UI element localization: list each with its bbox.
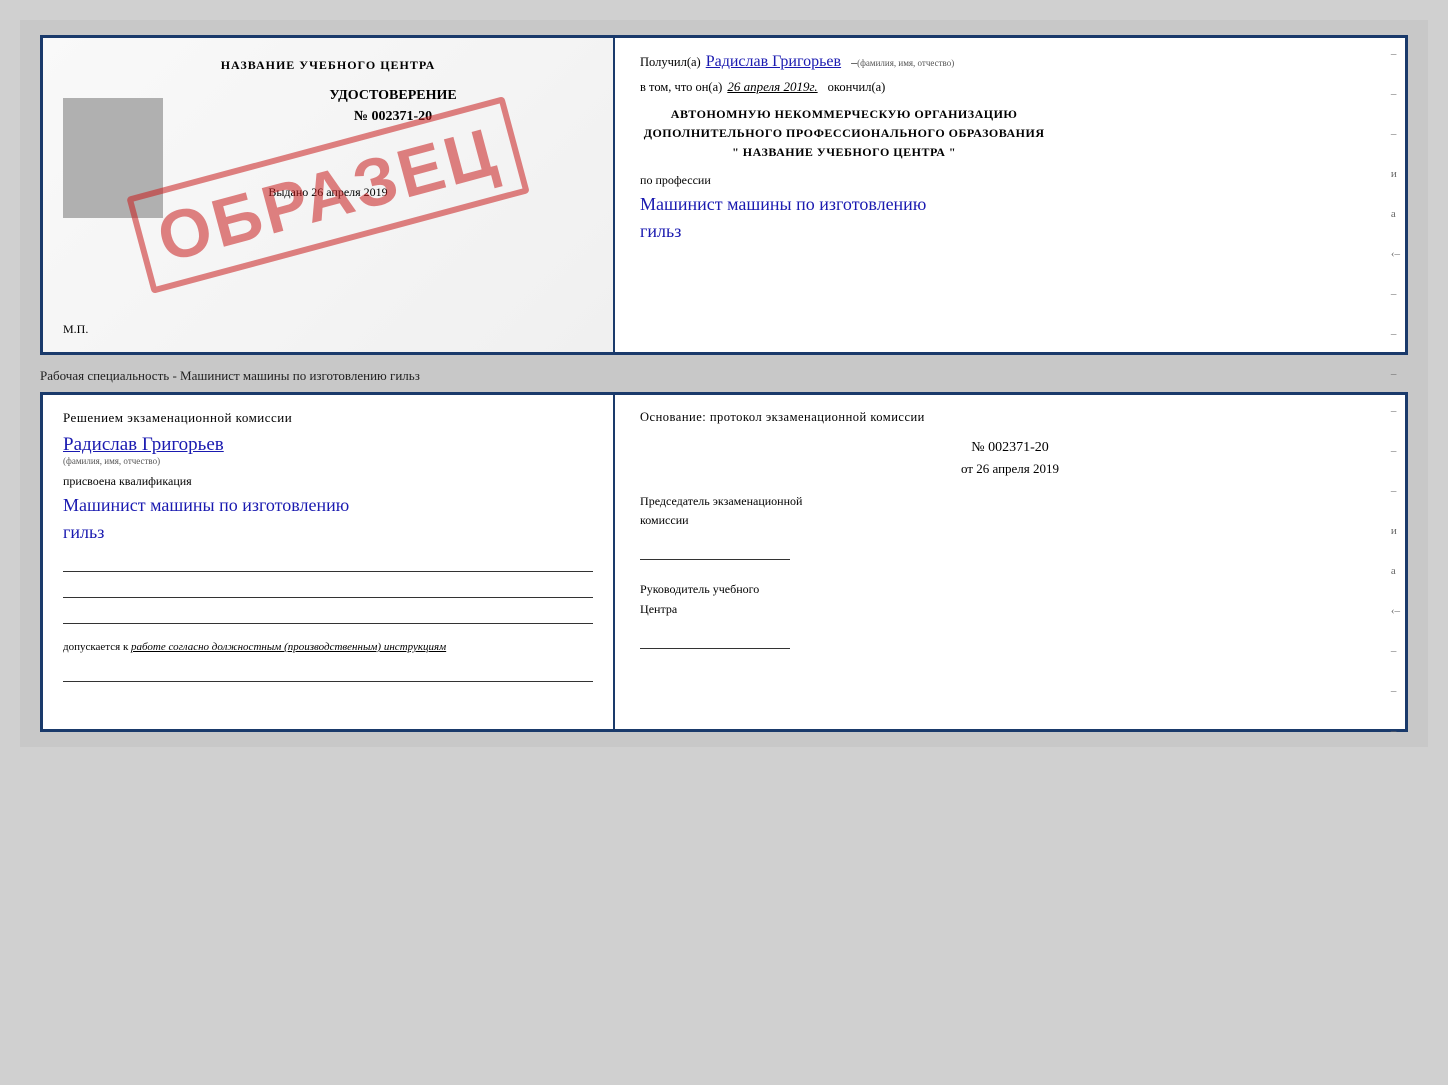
- sd9: –: [1391, 368, 1400, 380]
- rukovoditel-signature: [640, 629, 790, 649]
- qual-line2: гильз: [63, 522, 104, 542]
- org-line1: АВТОНОМНУЮ НЕКОММЕРЧЕСКУЮ ОРГАНИЗАЦИЮ: [640, 105, 1048, 124]
- side-dashes-bottom: – – – и а ‹– – – –: [1391, 405, 1400, 737]
- cert-photo: [63, 98, 163, 218]
- qual-handwritten: Машинист машины по изготовлению гильз: [63, 492, 593, 546]
- predsedatel-line2: комиссии: [640, 511, 1380, 530]
- ot-date: 26 апреля 2019: [976, 461, 1059, 476]
- top-document: НАЗВАНИЕ УЧЕБНОГО ЦЕНТРА УДОСТОВЕРЕНИЕ №…: [40, 35, 1408, 355]
- dopusk-text: работе согласно должностным (производств…: [131, 641, 446, 653]
- underline3: [63, 606, 593, 624]
- org-block: АВТОНОМНУЮ НЕКОММЕРЧЕСКУЮ ОРГАНИЗАЦИЮ ДО…: [640, 105, 1048, 163]
- cert-center: УДОСТОВЕРЕНИЕ № 002371-20: [193, 88, 593, 125]
- bsd5: а: [1391, 565, 1400, 577]
- poluchil-name: Радислав Григорьев: [706, 53, 841, 71]
- prisvoena-label: присвоена квалификация: [63, 474, 593, 489]
- predsedatel-block: Председатель экзаменационной комиссии: [640, 492, 1380, 530]
- sd4: и: [1391, 168, 1400, 180]
- rukovoditel-line2: Центра: [640, 600, 1380, 619]
- bottom-number: № 002371-20: [640, 440, 1380, 456]
- vtom-line: в том, что он(а) 26 апреля 2019г. окончи…: [640, 79, 1048, 95]
- resheniem-text: Решением экзаменационной комиссии: [63, 410, 593, 426]
- separator-label: Рабочая специальность - Машинист машины …: [40, 363, 1408, 392]
- vydano-label: Выдано: [268, 185, 308, 199]
- bottom-date: от 26 апреля 2019: [640, 461, 1380, 477]
- side-dashes-top: – – – и а ‹– – – –: [1391, 48, 1400, 380]
- top-doc-right: Получил(а) Радислав Григорьев – (фамилия…: [615, 38, 1073, 260]
- sd2: –: [1391, 88, 1400, 100]
- bsd8: –: [1391, 685, 1400, 697]
- cert-udostoverenie-label: УДОСТОВЕРЕНИЕ: [193, 88, 593, 104]
- bottom-name-hw: Радислав Григорьев: [63, 434, 593, 456]
- cert-number: № 002371-20: [193, 109, 593, 125]
- poluchil-label: Получил(а): [640, 55, 701, 70]
- rukovoditel-line1: Руководитель учебного: [640, 580, 1380, 599]
- top-doc-right-wrapper: Получил(а) Радислав Григорьев – (фамилия…: [615, 38, 1405, 352]
- bsd7: –: [1391, 645, 1400, 657]
- dopusk-label: допускается к: [63, 641, 128, 653]
- prof-line2: гильз: [640, 221, 681, 241]
- vtom-label: в том, что он(а): [640, 80, 722, 95]
- bottom-doc-right: Основание: протокол экзаменационной коми…: [615, 395, 1405, 729]
- top-doc-left: НАЗВАНИЕ УЧЕБНОГО ЦЕНТРА УДОСТОВЕРЕНИЕ №…: [43, 38, 615, 352]
- bsd2: –: [1391, 445, 1400, 457]
- sd5: а: [1391, 208, 1400, 220]
- prof-line1: Машинист машины по изготовлению: [640, 194, 926, 214]
- org-line2: ДОПОЛНИТЕЛЬНОГО ПРОФЕССИОНАЛЬНОГО ОБРАЗО…: [640, 124, 1048, 143]
- bottom-name-sub: (фамилия, имя, отчество): [63, 456, 593, 466]
- underline4: [63, 664, 593, 682]
- sd3: –: [1391, 128, 1400, 140]
- po-professii: по профессии: [640, 173, 711, 187]
- rukovoditel-block: Руководитель учебного Центра: [640, 580, 1380, 618]
- po-professii-label: по профессии: [640, 173, 1048, 188]
- osnovanie-text: Основание: протокол экзаменационной коми…: [640, 410, 1380, 425]
- predsedatel-line1: Председатель экзаменационной: [640, 492, 1380, 511]
- bsd6: ‹–: [1391, 605, 1400, 617]
- bsd3: –: [1391, 485, 1400, 497]
- org-line3: " НАЗВАНИЕ УЧЕБНОГО ЦЕНТРА ": [640, 143, 1048, 162]
- page-wrapper: НАЗВАНИЕ УЧЕБНОГО ЦЕНТРА УДОСТОВЕРЕНИЕ №…: [20, 20, 1428, 747]
- vydano-date: 26 апреля 2019: [311, 185, 387, 199]
- bsd1: –: [1391, 405, 1400, 417]
- sd7: –: [1391, 288, 1400, 300]
- profession-handwritten: Машинист машины по изготовлению гильз: [640, 191, 1048, 245]
- predsedatel-signature: [640, 540, 790, 560]
- bottom-doc-left: Решением экзаменационной комиссии Радисл…: [43, 395, 615, 729]
- okochil-label: окончил(а): [828, 80, 886, 95]
- vtom-date: 26 апреля 2019г.: [727, 79, 817, 95]
- cert-mp: М.П.: [63, 322, 88, 337]
- sd1: –: [1391, 48, 1400, 60]
- cert-school-title: НАЗВАНИЕ УЧЕБНОГО ЦЕНТРА: [63, 58, 593, 73]
- poluchil-sub: (фамилия, имя, отчество): [857, 58, 954, 68]
- qual-line1: Машинист машины по изготовлению: [63, 495, 349, 515]
- sd8: –: [1391, 328, 1400, 340]
- ot-label: от: [961, 461, 973, 476]
- bottom-document: Решением экзаменационной комиссии Радисл…: [40, 392, 1408, 732]
- underline2: [63, 580, 593, 598]
- bsd9: –: [1391, 725, 1400, 737]
- sd6: ‹–: [1391, 248, 1400, 260]
- dopusk-block: допускается к работе согласно должностны…: [63, 639, 593, 656]
- bsd4: и: [1391, 525, 1400, 537]
- poluchil-line: Получил(а) Радислав Григорьев – (фамилия…: [640, 53, 1048, 71]
- underline1: [63, 554, 593, 572]
